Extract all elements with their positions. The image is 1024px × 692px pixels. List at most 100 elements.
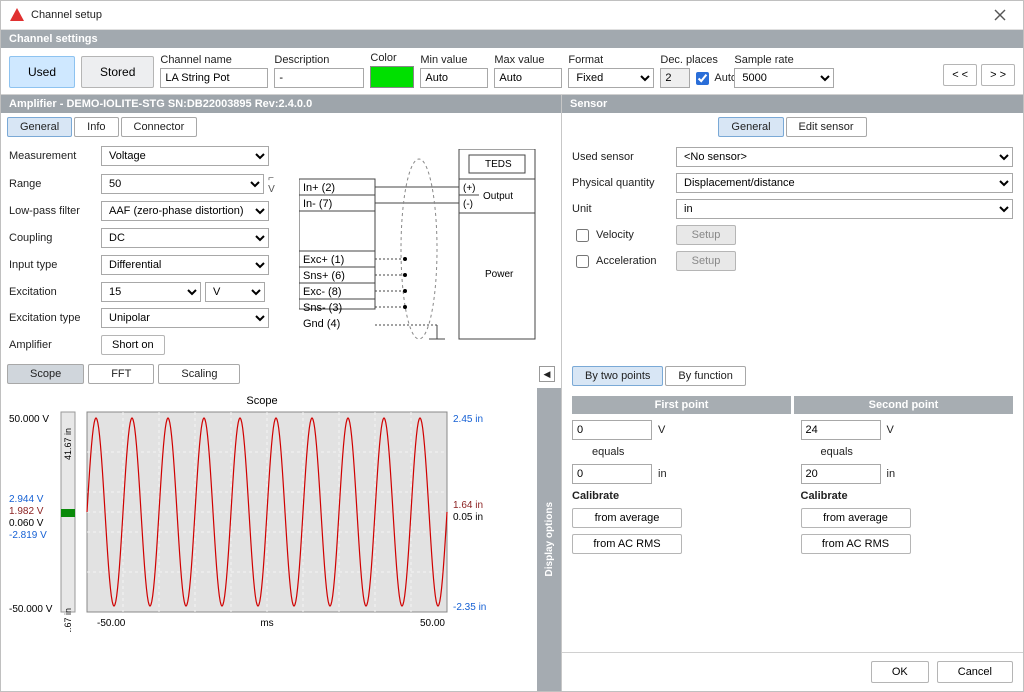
sensor-tabs: General Edit sensor	[562, 113, 1023, 141]
velocity-setup-button[interactable]: Setup	[676, 225, 736, 245]
p1-from-acrms-button[interactable]: from AC RMS	[572, 534, 682, 554]
svg-text:1.982 V: 1.982 V	[9, 506, 44, 517]
sample-rate-select[interactable]: 5000	[734, 68, 834, 88]
color-swatch[interactable]	[370, 66, 414, 88]
sensor-tab-edit[interactable]: Edit sensor	[786, 117, 867, 137]
excitation-unit-select[interactable]: V	[205, 282, 265, 302]
range-unit: ⌐ V	[268, 173, 283, 195]
tab-connector[interactable]: Connector	[121, 117, 198, 137]
channel-settings-header: Channel settings	[1, 30, 1023, 48]
scope-tabs: Scope FFT Scaling ◀	[1, 360, 561, 388]
amplifier-header: Amplifier - DEMO-IOLITE-STG SN:DB2200389…	[1, 95, 561, 113]
tab-by-function[interactable]: By function	[665, 366, 745, 386]
velocity-checkbox[interactable]	[576, 229, 589, 242]
tab-general[interactable]: General	[7, 117, 72, 137]
amplifier-short-button[interactable]: Short on	[101, 335, 165, 355]
input-type-select[interactable]: Differential	[101, 255, 269, 275]
min-value-input[interactable]	[420, 68, 488, 88]
display-options-handle[interactable]: Display options	[537, 388, 561, 691]
tab-scaling[interactable]: Scaling	[158, 364, 240, 384]
svg-text:-50.00: -50.00	[97, 618, 126, 629]
tab-info[interactable]: Info	[74, 117, 118, 137]
p1-equals: equals	[572, 446, 785, 458]
svg-text:41.67 in: 41.67 in	[63, 428, 73, 460]
output-plus: (+)	[463, 183, 476, 194]
lpf-select[interactable]: AAF (zero-phase distortion)	[101, 201, 269, 221]
window-title: Channel setup	[31, 9, 102, 21]
next-channel-button[interactable]: > >	[981, 64, 1015, 86]
pin-exc-plus: Exc+ (1)	[303, 254, 344, 266]
acceleration-label: Acceleration	[596, 255, 657, 267]
output-minus: (-)	[463, 199, 473, 210]
p1-voltage-input[interactable]	[572, 420, 652, 440]
description-label: Description	[274, 54, 364, 66]
svg-text:2.944 V: 2.944 V	[9, 494, 44, 505]
measurement-label: Measurement	[9, 150, 95, 162]
format-label: Format	[568, 54, 654, 66]
svg-text:Scope: Scope	[246, 395, 277, 407]
first-point-header: First point	[572, 396, 791, 414]
channel-settings-bar: Used Stored Channel name Description Col…	[1, 48, 1023, 95]
used-button[interactable]: Used	[9, 56, 75, 88]
main-body: Amplifier - DEMO-IOLITE-STG SN:DB2200389…	[1, 95, 1023, 691]
measurement-select[interactable]: Voltage	[101, 146, 269, 166]
coupling-select[interactable]: DC	[101, 228, 269, 248]
coupling-label: Coupling	[9, 232, 95, 244]
range-label: Range	[9, 178, 95, 190]
svg-text:50.00: 50.00	[420, 618, 445, 629]
close-button[interactable]	[985, 5, 1015, 25]
right-column: Sensor General Edit sensor Used sensor <…	[562, 95, 1023, 691]
prev-channel-button[interactable]: < <	[943, 64, 977, 86]
channel-name-input[interactable]	[160, 68, 268, 88]
tab-fft[interactable]: FFT	[88, 364, 154, 384]
ok-button[interactable]: OK	[871, 661, 929, 683]
left-column: Amplifier - DEMO-IOLITE-STG SN:DB2200389…	[1, 95, 562, 691]
physical-quantity-select[interactable]: Displacement/distance	[676, 173, 1013, 193]
max-value-input[interactable]	[494, 68, 562, 88]
dec-places-input[interactable]	[660, 68, 690, 88]
p1-from-average-button[interactable]: from average	[572, 508, 682, 528]
acceleration-checkbox[interactable]	[576, 255, 589, 268]
tab-by-two-points[interactable]: By two points	[572, 366, 663, 386]
sample-rate-label: Sample rate	[734, 54, 834, 66]
lpf-label: Low-pass filter	[9, 205, 95, 217]
second-point-header: Second point	[794, 396, 1013, 414]
sensor-body: Used sensor <No sensor> Physical quantit…	[562, 141, 1023, 277]
excitation-type-label: Excitation type	[9, 312, 95, 324]
dec-places-label: Dec. places	[660, 54, 728, 66]
p2-in-input[interactable]	[801, 464, 881, 484]
p2-from-average-button[interactable]: from average	[801, 508, 911, 528]
excitation-type-select[interactable]: Unipolar	[101, 308, 269, 328]
acceleration-setup-button[interactable]: Setup	[676, 251, 736, 271]
p2-calibrate-label: Calibrate	[801, 490, 1014, 502]
stored-button[interactable]: Stored	[81, 56, 154, 88]
p2-from-acrms-button[interactable]: from AC RMS	[801, 534, 911, 554]
collapse-button[interactable]: ◀	[539, 366, 555, 382]
format-select[interactable]: Fixed	[568, 68, 654, 88]
svg-text:ms: ms	[260, 618, 273, 629]
velocity-label: Velocity	[596, 229, 634, 241]
sensor-tab-general[interactable]: General	[718, 117, 783, 137]
p1-in-input[interactable]	[572, 464, 652, 484]
svg-text:1.64 in: 1.64 in	[453, 500, 483, 511]
used-sensor-select[interactable]: <No sensor>	[676, 147, 1013, 167]
scaling-tabs: By two points By function	[562, 360, 1023, 392]
tab-scope[interactable]: Scope	[7, 364, 84, 384]
description-input[interactable]	[274, 68, 364, 88]
pin-diagram: In+ (2) In- (7) Exc+ (1) Sns+ (6) Exc- (…	[295, 145, 553, 356]
output-label: Output	[483, 191, 513, 202]
unit-select[interactable]: in	[676, 199, 1013, 219]
second-point: V equals in Calibrate from average from …	[801, 414, 1014, 560]
scope-chart: Scope 50.000 V -50.000 V 2.944 V 1.982 V…	[7, 392, 517, 632]
p1-in-unit: in	[658, 468, 667, 480]
min-value-label: Min value	[420, 54, 488, 66]
cancel-button[interactable]: Cancel	[937, 661, 1013, 683]
auto-dec-checkbox[interactable]	[696, 72, 709, 85]
p1-calibrate-label: Calibrate	[572, 490, 785, 502]
physical-quantity-label: Physical quantity	[572, 177, 668, 189]
power-label: Power	[485, 269, 514, 280]
excitation-value-select[interactable]: 15	[101, 282, 201, 302]
range-select[interactable]: 50	[101, 174, 264, 194]
channel-setup-window: Channel setup Channel settings Used Stor…	[0, 0, 1024, 692]
p2-voltage-input[interactable]	[801, 420, 881, 440]
